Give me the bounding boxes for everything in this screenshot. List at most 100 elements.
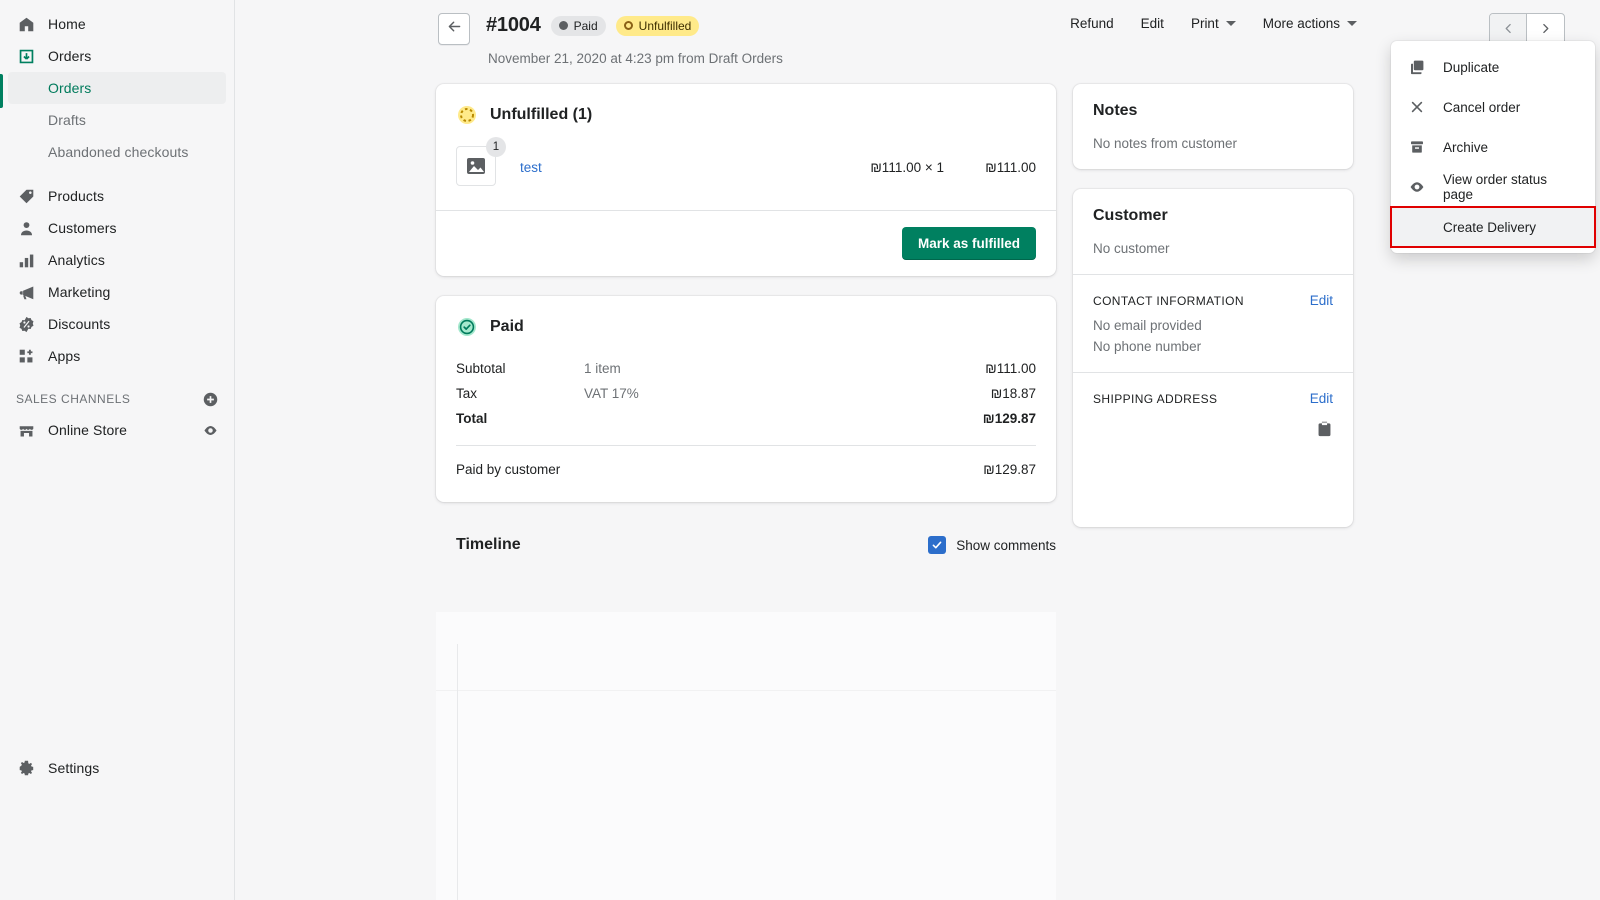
sidebar-item-abandoned-checkouts[interactable]: Abandoned checkouts: [8, 136, 226, 168]
fulfillment-card-header: Unfulfilled (1): [436, 84, 1056, 146]
more-actions-button[interactable]: More actions: [1263, 16, 1357, 31]
summary-detail: 1 item: [584, 361, 985, 376]
plus-circle-icon[interactable]: [203, 392, 218, 407]
arrow-left-icon: [446, 18, 463, 40]
status-badge-paid: Paid: [551, 16, 606, 36]
show-comments-label: Show comments: [956, 538, 1056, 553]
notes-card-inner: Notes No notes from customer: [1073, 84, 1353, 169]
line-item-total: ₪111.00: [944, 160, 1036, 175]
customer-email: No email provided: [1093, 318, 1333, 333]
discount-icon: [16, 314, 36, 334]
person-icon: [16, 218, 36, 238]
checkbox-checked-icon[interactable]: [928, 536, 946, 554]
notes-card: Notes No notes from customer: [1073, 84, 1353, 169]
refund-button[interactable]: Refund: [1070, 16, 1114, 31]
paid-card-inner: Paid Subtotal 1 item ₪111.00 Tax VAT 17%…: [436, 296, 1056, 502]
sidebar-item-settings[interactable]: Settings: [8, 752, 226, 784]
summary-value: ₪18.87: [991, 386, 1036, 401]
order-subtitle: November 21, 2020 at 4:23 pm from Draft …: [488, 51, 783, 66]
gear-icon: [16, 758, 36, 778]
sidebar-item-label: Home: [48, 16, 86, 32]
shipping-address-header: SHIPPING ADDRESS Edit: [1093, 391, 1333, 406]
sidebar-item-customers[interactable]: Customers: [8, 212, 226, 244]
mark-as-fulfilled-button[interactable]: Mark as fulfilled: [902, 227, 1036, 260]
summary-row-tax: Tax VAT 17% ₪18.87: [456, 381, 1036, 406]
contact-information-label: CONTACT INFORMATION: [1093, 294, 1244, 308]
line-item-thumbnail-wrap: 1: [456, 146, 498, 188]
sidebar-item-orders[interactable]: Orders: [8, 40, 226, 72]
sales-channels-label: SALES CHANNELS: [16, 392, 130, 406]
sidebar-item-products[interactable]: Products: [8, 180, 226, 212]
menu-item-create-delivery[interactable]: Create Delivery: [1391, 207, 1595, 247]
sidebar-item-label: Orders: [48, 80, 91, 96]
edit-contact-information-link[interactable]: Edit: [1310, 293, 1333, 308]
notes-title: Notes: [1093, 102, 1333, 120]
orders-icon: [16, 46, 36, 66]
timeline-separator: [436, 690, 1056, 691]
fulfillment-status-row: Unfulfilled (1): [456, 104, 1036, 126]
fulfillment-card: Unfulfilled (1) 1 test ₪111.00 × 1 ₪111.…: [436, 84, 1056, 276]
line-item-unit-price: ₪111.00 × 1: [870, 160, 944, 175]
customer-card: Customer No customer CONTACT INFORMATION…: [1073, 189, 1353, 527]
chevron-left-icon: [1502, 22, 1515, 39]
timeline-title: Timeline: [456, 536, 521, 554]
sidebar: Home Orders Orders Drafts Abandoned chec…: [0, 0, 235, 900]
print-label: Print: [1191, 16, 1219, 31]
refund-label: Refund: [1070, 16, 1114, 31]
summary-value: ₪111.00: [985, 361, 1036, 376]
sidebar-item-online-store[interactable]: Online Store: [8, 414, 226, 446]
active-nav-accent-bar: [0, 74, 3, 108]
sidebar-item-discounts[interactable]: Discounts: [8, 308, 226, 340]
header-actions: Refund Edit Print More actions: [1070, 16, 1357, 31]
sidebar-item-drafts[interactable]: Drafts: [8, 104, 226, 136]
page-title: #1004: [486, 14, 541, 37]
status-badge-label: Unfulfilled: [639, 16, 692, 36]
status-badge-unfulfilled: Unfulfilled: [616, 16, 700, 36]
home-icon: [16, 14, 36, 34]
settings-section: Settings: [0, 752, 234, 784]
eye-icon: [1407, 177, 1427, 197]
edit-label: Edit: [1141, 16, 1164, 31]
line-item-name[interactable]: test: [520, 160, 542, 175]
menu-item-view-order-status-page[interactable]: View order status page: [1391, 167, 1595, 207]
back-button[interactable]: [438, 13, 470, 45]
summary-detail: VAT 17%: [584, 386, 991, 401]
sidebar-item-orders-sub[interactable]: Orders: [8, 72, 226, 104]
close-x-icon: [1407, 97, 1427, 117]
summary-row-paid-by-customer: Paid by customer ₪129.87: [456, 446, 1036, 482]
chevron-down-icon: [1347, 21, 1357, 26]
sidebar-item-label: Orders: [48, 48, 91, 64]
customer-title: Customer: [1093, 207, 1333, 225]
duplicate-icon: [1407, 57, 1427, 77]
menu-item-cancel-order[interactable]: Cancel order: [1391, 87, 1595, 127]
menu-item-label: Duplicate: [1443, 60, 1499, 75]
menu-item-archive[interactable]: Archive: [1391, 127, 1595, 167]
print-button[interactable]: Print: [1191, 16, 1236, 31]
sidebar-item-label: Discounts: [48, 316, 110, 332]
show-comments-toggle[interactable]: Show comments: [928, 536, 1056, 554]
edit-shipping-address-link[interactable]: Edit: [1310, 391, 1333, 406]
sidebar-item-home[interactable]: Home: [8, 8, 226, 40]
order-detail-page: #1004 Paid Unfulfilled November 21, 2020…: [235, 0, 1600, 900]
unfulfilled-ring-icon: [624, 21, 633, 30]
chevron-down-icon: [1226, 21, 1236, 26]
eye-icon[interactable]: [203, 423, 218, 438]
contact-information-header: CONTACT INFORMATION Edit: [1093, 293, 1333, 308]
edit-button[interactable]: Edit: [1141, 16, 1164, 31]
apps-icon: [16, 346, 36, 366]
clipboard-icon[interactable]: [1093, 420, 1333, 437]
sidebar-item-marketing[interactable]: Marketing: [8, 276, 226, 308]
sidebar-item-label: Drafts: [48, 112, 86, 128]
shipping-address-label: SHIPPING ADDRESS: [1093, 392, 1217, 406]
menu-item-duplicate[interactable]: Duplicate: [1391, 47, 1595, 87]
sidebar-item-label: Analytics: [48, 252, 105, 268]
tag-icon: [16, 186, 36, 206]
sidebar-item-label: Online Store: [48, 422, 127, 438]
summary-label: Tax: [456, 386, 584, 401]
timeline-vertical-line: [457, 644, 458, 900]
store-icon: [16, 420, 36, 440]
more-actions-label: More actions: [1263, 16, 1340, 31]
summary-row-subtotal: Subtotal 1 item ₪111.00: [456, 356, 1036, 381]
sidebar-item-analytics[interactable]: Analytics: [8, 244, 226, 276]
sidebar-item-apps[interactable]: Apps: [8, 340, 226, 372]
